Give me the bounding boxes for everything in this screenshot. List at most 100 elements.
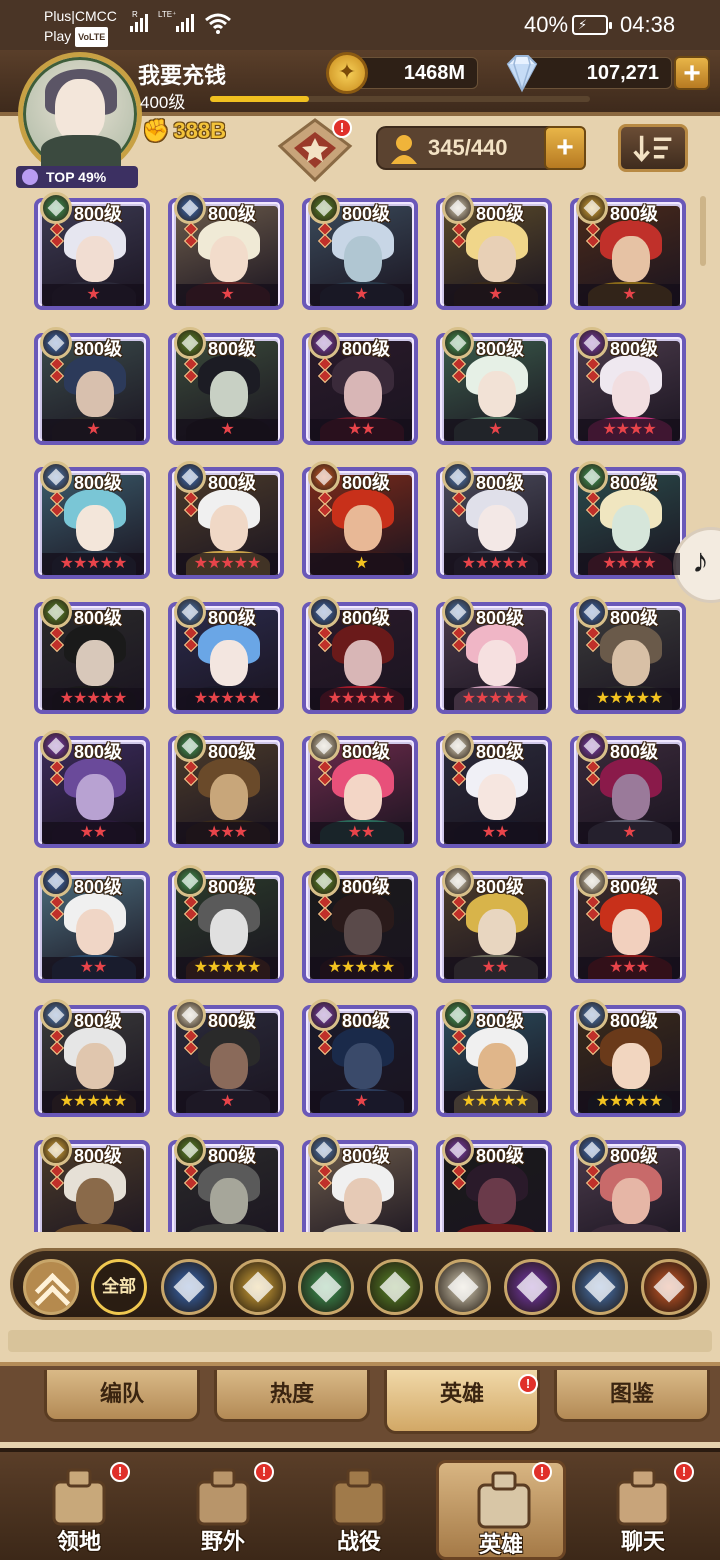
- rank-badge[interactable]: TOP 49%: [16, 166, 138, 188]
- hero-card[interactable]: 800级 ★★★★: [570, 327, 686, 445]
- hero-level: 800级: [74, 1146, 123, 1166]
- ascension-ribbon-icon: [448, 1028, 470, 1056]
- ascension-ribbon-icon: [582, 625, 604, 653]
- hero-level: 800级: [208, 742, 257, 762]
- add-gems-button[interactable]: +: [674, 56, 710, 90]
- subtab-1[interactable]: 热度: [214, 1370, 370, 1422]
- hero-level: 800级: [208, 204, 257, 224]
- hero-card[interactable]: 800级 ★★: [34, 865, 150, 983]
- hero-card[interactable]: 800级 ★: [570, 192, 686, 310]
- ascension-ribbon-icon: [582, 356, 604, 384]
- hero-card[interactable]: 800级 ★★★★★: [436, 999, 552, 1117]
- hero-card[interactable]: 800级 ★★★: [168, 730, 284, 848]
- hero-card[interactable]: 800级 ★★★★★: [302, 596, 418, 714]
- hero-card[interactable]: 800级 ★★: [302, 730, 418, 848]
- hero-card[interactable]: 800级 ★: [302, 192, 418, 310]
- hero-level: 800级: [342, 1011, 391, 1031]
- faction-hypogean-icon: [40, 730, 72, 762]
- hero-level: 800级: [476, 1146, 525, 1166]
- scrollbar[interactable]: [700, 196, 706, 266]
- battery-percent: 40%: [524, 12, 569, 37]
- subtab-3[interactable]: 图鉴: [554, 1370, 710, 1422]
- filter-wilder-icon[interactable]: [298, 1259, 354, 1315]
- faction-celestial-icon: [442, 865, 474, 897]
- hero-card[interactable]: 800级 ★★★★: [570, 461, 686, 579]
- ascension-ribbon-icon: [314, 356, 336, 384]
- hero-stars: ★★★★★: [176, 688, 278, 710]
- hero-card[interactable]: 800级 ★: [168, 327, 284, 445]
- chevron-up-icon[interactable]: [23, 1259, 79, 1315]
- hero-card[interactable]: 800级 ★: [168, 999, 284, 1117]
- hero-card[interactable]: 800级: [570, 1134, 686, 1232]
- hero-card[interactable]: 800级 ★★★★★: [34, 461, 150, 579]
- hero-level: 800级: [342, 204, 391, 224]
- sort-button[interactable]: [618, 124, 688, 172]
- filter-hypogean-icon[interactable]: [503, 1259, 560, 1315]
- filter-lightbearer-icon[interactable]: [229, 1259, 286, 1315]
- hero-card[interactable]: 800级 ★★★★★: [34, 596, 150, 714]
- faction-dimensional-icon: [442, 461, 474, 493]
- hero-card[interactable]: 800级 ★★★★★: [168, 596, 284, 714]
- nav-label: 聊天: [620, 1529, 665, 1554]
- hero-card[interactable]: 800级 ★★★★★: [570, 596, 686, 714]
- hero-stars: ★: [176, 1091, 278, 1113]
- hero-card[interactable]: 800级 ★★★★★: [436, 596, 552, 714]
- hero-card[interactable]: 800级 ★: [570, 730, 686, 848]
- hero-card[interactable]: 800级 ★★★: [570, 865, 686, 983]
- hero-level: 800级: [342, 877, 391, 897]
- filter-tide-icon[interactable]: [161, 1259, 217, 1315]
- hero-card[interactable]: 800级 ★: [302, 999, 418, 1117]
- hero-stars: ★★★★★: [310, 688, 412, 710]
- filter-all-button[interactable]: 全部: [91, 1259, 147, 1315]
- hero-card[interactable]: 800级 ★: [436, 192, 552, 310]
- hero-stars: ★: [310, 1091, 412, 1113]
- hero-card[interactable]: 800级 ★: [34, 192, 150, 310]
- nav-label: 野外: [200, 1529, 245, 1554]
- hero-stars: ★: [42, 419, 144, 441]
- hero-card[interactable]: 800级 ★★★★★: [168, 461, 284, 579]
- subtab-label: 英雄: [439, 1381, 484, 1406]
- hero-card[interactable]: 800级 ★★★★★: [570, 999, 686, 1117]
- expand-hero-slots-button[interactable]: +: [544, 126, 586, 170]
- filter-graveborn-icon[interactable]: [366, 1259, 423, 1315]
- hero-card[interactable]: 800级 ★★: [34, 730, 150, 848]
- hero-card[interactable]: 800级 ★★: [302, 327, 418, 445]
- faction-tide-icon: [40, 865, 72, 897]
- ascension-ribbon-icon: [314, 1163, 336, 1191]
- filter-celestial-icon[interactable]: [435, 1259, 491, 1315]
- filter-dimensional-icon[interactable]: [572, 1259, 628, 1315]
- hero-stars: ★★★★★: [444, 553, 546, 575]
- hero-card[interactable]: 800级: [436, 1134, 552, 1232]
- nav-2[interactable]: 战役: [294, 1460, 424, 1560]
- nav-label: 领地: [56, 1529, 101, 1554]
- hero-level: 800级: [476, 742, 525, 762]
- faction-graveborn-icon: [308, 192, 340, 224]
- carrier-info: Plus|CMCC Play VoLTE: [44, 6, 117, 48]
- hero-card[interactable]: 800级 ★★: [436, 865, 552, 983]
- hero-card[interactable]: 800级 ★: [168, 192, 284, 310]
- hero-card[interactable]: 800级: [34, 1134, 150, 1232]
- ascension-ribbon-icon: [582, 894, 604, 922]
- hero-card[interactable]: 800级 ★: [302, 461, 418, 579]
- gold-coin-icon: ✦: [326, 52, 368, 94]
- hero-card[interactable]: 800级 ★★★★★: [302, 865, 418, 983]
- subtab-2[interactable]: 英雄: [384, 1370, 540, 1434]
- hero-card[interactable]: 800级 ★★★★★: [34, 999, 150, 1117]
- hero-card[interactable]: 800级 ★: [436, 327, 552, 445]
- nav-label: 战役: [336, 1529, 381, 1554]
- hero-card[interactable]: 800级: [168, 1134, 284, 1232]
- hero-stars: ★★★★★: [176, 553, 278, 575]
- hero-stars: ★★★★★: [444, 1091, 546, 1113]
- hero-card[interactable]: 800级: [302, 1134, 418, 1232]
- ascension-ribbon-icon: [46, 356, 68, 384]
- castle-icon: [52, 1468, 106, 1526]
- faction-hypogean-icon: [576, 327, 608, 359]
- hero-level: 800级: [74, 339, 123, 359]
- hero-card[interactable]: 800级 ★★★★★: [436, 461, 552, 579]
- player-avatar[interactable]: [18, 52, 142, 176]
- subtab-0[interactable]: 编队: [44, 1370, 200, 1422]
- hero-card[interactable]: 800级 ★: [34, 327, 150, 445]
- filter-mauler-icon[interactable]: [640, 1259, 697, 1315]
- hero-card[interactable]: 800级 ★★: [436, 730, 552, 848]
- hero-card[interactable]: 800级 ★★★★★: [168, 865, 284, 983]
